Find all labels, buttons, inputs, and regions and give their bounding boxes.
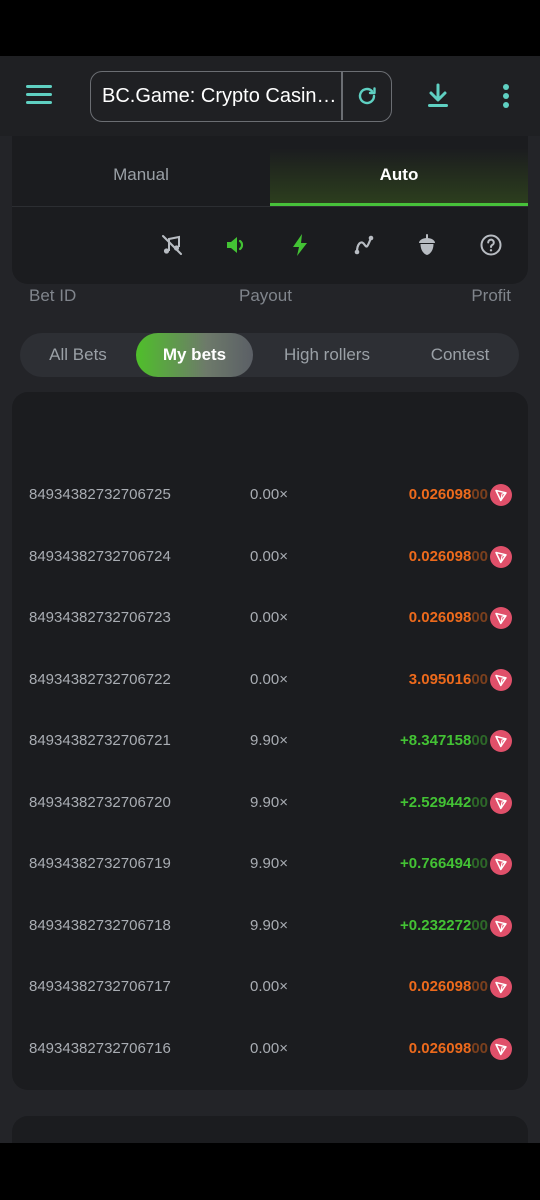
bet-id[interactable]: 84934382732706718 [29,906,171,946]
status-bar [0,0,540,56]
tab-manual[interactable]: Manual [12,148,270,206]
payout-value: 0.00× [250,1039,288,1057]
profit-trailing-zeros: 00 [471,916,488,934]
profit-value: 0.02609800 [409,537,488,577]
payout-value: 9.90× [250,916,288,934]
profit-amount: 0.026098 [408,978,472,995]
tron-coin-icon [490,976,512,998]
table-row[interactable]: 84934382732706724 0.00× 0.02609800 [12,537,528,599]
profit-value: +8.34715800 [400,721,488,761]
table-row[interactable]: 84934382732706718 9.90× +0.23227200 [12,906,528,968]
bet-id[interactable]: 84934382732706721 [29,721,171,761]
payout-value: 0.00× [250,486,288,503]
profit-trailing-zeros: 00 [471,978,488,995]
download-icon[interactable] [420,78,456,114]
tron-coin-icon [490,914,512,937]
column-header-bet-id: Bet ID [29,286,77,305]
payout-value: 0.00× [250,609,288,626]
profit-trailing-zeros: 00 [471,670,488,688]
payout-value: 9.90× [250,793,288,811]
tron-coin-icon [490,730,512,752]
bet-id[interactable]: 84934382732706719 [29,844,171,884]
browser-toolbar: BC.Game: Crypto Casino Games & Casino Sl… [0,56,540,136]
profit-trailing-zeros: 00 [471,732,488,749]
payout-value: 9.90× [250,732,288,749]
profit-amount: 3.095016 [408,670,472,688]
bet-id[interactable]: 84934382732706722 [29,660,171,700]
profit-amount: +2.529442 [399,793,472,811]
tron-coin-icon [490,484,512,506]
table-row[interactable]: 84934382732706723 0.00× 0.02609800 [12,598,528,660]
bet-id[interactable]: 84934382732706724 [29,537,171,577]
tab-my-bets[interactable]: My bets [136,333,253,377]
reload-icon[interactable] [343,72,391,120]
profit-amount: 0.026098 [408,609,472,626]
table-row[interactable]: 84934382732706717 0.00× 0.02609800 [12,967,528,1029]
payout-value: 9.90× [250,855,288,872]
table-row[interactable]: 84934382732706720 9.90× +2.52944200 [12,783,528,845]
system-nav-bar [0,1143,540,1200]
column-header-profit: Profit [471,286,511,305]
profit-trailing-zeros: 00 [471,1039,488,1057]
more-options-icon[interactable] [490,78,522,114]
payout-value: 0.00× [250,670,288,688]
profit-amount: 0.026098 [408,1039,472,1057]
tron-coin-icon [490,668,512,691]
sound-icon[interactable] [222,231,250,259]
tab-auto[interactable]: Auto [270,148,528,206]
profit-value: 0.02609800 [409,967,488,1007]
profit-amount: 0.026098 [408,486,472,503]
bet-id[interactable]: 84934382732706723 [29,598,171,638]
profit-value: +0.23227200 [400,906,488,946]
mode-tabs: Manual Auto [12,148,528,206]
table-row[interactable]: 84934382732706719 9.90× +0.76649400 [12,844,528,906]
profit-amount: +8.347158 [399,732,472,749]
tron-coin-icon [490,607,512,629]
profit-value: 0.02609800 [409,598,488,638]
profit-trailing-zeros: 00 [471,855,488,872]
payout-value: 0.00× [250,547,288,565]
graph-curve-icon[interactable] [350,231,378,259]
bets-filter-tabs: All Bets My bets High rollers Contest [20,333,519,377]
column-header-payout: Payout [239,286,292,305]
tab-contest[interactable]: Contest [406,333,514,377]
profit-value: 3.09501600 [409,660,488,700]
bet-id[interactable]: 84934382732706716 [29,1029,171,1069]
profit-amount: +0.232272 [399,916,472,934]
tron-coin-icon [490,853,512,875]
table-row[interactable]: 84934382732706725 0.00× 0.02609800 [12,475,528,537]
profit-trailing-zeros: 00 [471,793,488,811]
menu-icon[interactable] [22,80,56,112]
payout-value: 0.00× [250,978,288,995]
page-title[interactable]: BC.Game: Crypto Casino Games & Casino Sl… [102,72,340,120]
help-icon[interactable] [477,231,505,259]
acorn-icon[interactable] [413,231,441,259]
tron-coin-icon [490,1037,512,1060]
tron-coin-icon [490,791,512,814]
bet-id[interactable]: 84934382732706717 [29,967,171,1007]
profit-trailing-zeros: 00 [471,486,488,503]
table-row[interactable]: 84934382732706721 9.90× +8.34715800 [12,721,528,783]
table-row[interactable]: 84934382732706716 0.00× 0.02609800 [12,1029,528,1091]
lightning-icon[interactable] [286,231,314,259]
profit-value: +0.76649400 [400,844,488,884]
divider [12,206,528,207]
table-row[interactable]: 84934382732706722 0.00× 3.09501600 [12,660,528,722]
url-bar[interactable]: BC.Game: Crypto Casino Games & Casino Sl… [90,71,392,122]
bet-id[interactable]: 84934382732706725 [29,475,171,515]
profit-trailing-zeros: 00 [471,547,488,565]
profit-amount: 0.026098 [408,547,472,565]
tab-all-bets[interactable]: All Bets [20,333,136,377]
music-off-icon[interactable] [158,231,186,259]
profit-amount: +0.766494 [399,855,472,872]
tab-high-rollers[interactable]: High rollers [263,333,391,377]
tron-coin-icon [490,545,512,568]
bet-id[interactable]: 84934382732706720 [29,783,171,823]
profit-value: 0.02609800 [409,1029,488,1069]
profit-value: 0.02609800 [409,475,488,515]
profit-trailing-zeros: 00 [471,609,488,626]
profit-value: +2.52944200 [400,783,488,823]
